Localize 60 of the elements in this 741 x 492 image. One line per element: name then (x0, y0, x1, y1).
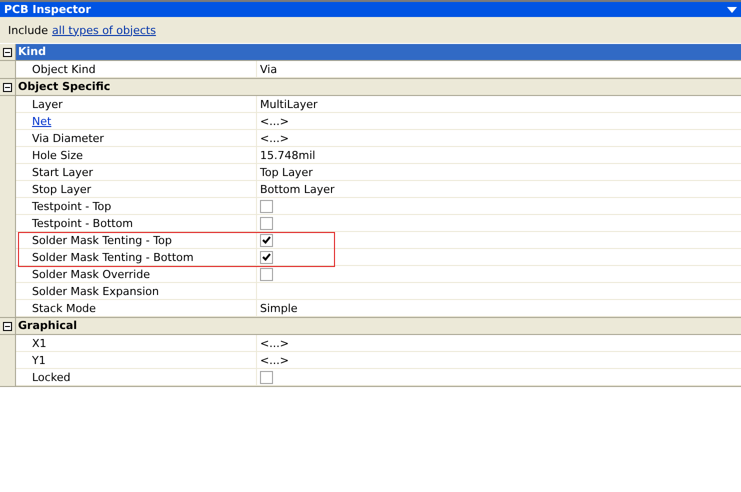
property-name: Solder Mask Tenting - Bottom (32, 250, 194, 264)
property-value: <...> (260, 132, 289, 144)
filter-link[interactable]: all types of objects (52, 24, 156, 36)
property-row[interactable]: Via Diameter <...> (0, 130, 741, 147)
property-name: Start Layer (32, 166, 94, 178)
property-value: MultiLayer (260, 98, 318, 110)
property-value: 15.748mil (260, 148, 316, 162)
property-name: Solder Mask Tenting - Top (32, 234, 172, 246)
property-value: <...> (260, 354, 289, 366)
property-name: Object Kind (32, 62, 96, 76)
checkbox[interactable] (260, 234, 273, 246)
section-header[interactable]: Graphical (15, 318, 741, 334)
window-title: PCB Inspector (4, 3, 91, 16)
property-row[interactable]: Testpoint - Top (0, 198, 741, 215)
property-row[interactable]: Object Kind Via (0, 61, 741, 78)
filter-label: Include (8, 24, 48, 36)
property-name: Y1 (32, 354, 46, 366)
property-row[interactable]: Hole Size 15.748mil (0, 147, 741, 164)
property-row[interactable]: Y1 <...> (0, 352, 741, 369)
section-header[interactable]: Object Specific (15, 79, 741, 95)
property-name: Hole Size (32, 148, 83, 162)
checkbox[interactable] (260, 200, 273, 212)
dropdown-icon[interactable] (727, 6, 737, 12)
property-name: Via Diameter (32, 132, 104, 144)
collapse-icon[interactable] (3, 82, 12, 92)
collapse-icon[interactable] (3, 48, 12, 56)
checkbox[interactable] (260, 370, 273, 384)
property-name: Locked (32, 370, 70, 384)
property-row[interactable]: Solder Mask Expansion (0, 283, 741, 300)
property-link[interactable]: Net (32, 114, 52, 128)
property-value: Simple (260, 302, 298, 314)
property-row[interactable]: Solder Mask Tenting - Bottom (0, 249, 741, 266)
property-name: Layer (32, 98, 63, 110)
property-row[interactable]: X1 <...> (0, 335, 741, 352)
checkbox[interactable] (260, 268, 273, 280)
property-row[interactable]: Locked (0, 369, 741, 386)
property-row[interactable]: Stack Mode Simple (0, 300, 741, 317)
property-name: Testpoint - Bottom (32, 216, 134, 230)
property-name: X1 (32, 336, 47, 350)
property-value: Top Layer (260, 166, 313, 178)
property-name: Solder Mask Override (32, 268, 150, 280)
property-name: Testpoint - Top (32, 200, 112, 212)
property-value: <...> (260, 336, 289, 350)
checkbox[interactable] (260, 250, 273, 264)
property-value: Via (260, 62, 278, 76)
property-row[interactable]: Layer MultiLayer (0, 96, 741, 113)
property-row[interactable]: Stop Layer Bottom Layer (0, 181, 741, 198)
collapse-icon[interactable] (3, 322, 12, 330)
property-name: Stop Layer (32, 182, 92, 196)
property-name: Stack Mode (32, 302, 96, 314)
property-row[interactable]: Solder Mask Override (0, 266, 741, 283)
section-header[interactable]: Kind (15, 44, 741, 60)
property-row[interactable]: Start Layer Top Layer (0, 164, 741, 181)
property-value: Bottom Layer (260, 182, 335, 196)
property-row[interactable]: Testpoint - Bottom (0, 215, 741, 232)
property-name: Solder Mask Expansion (32, 284, 160, 298)
property-value: <...> (260, 114, 289, 128)
property-row[interactable]: Net <...> (0, 113, 741, 130)
property-row[interactable]: Solder Mask Tenting - Top (0, 232, 741, 249)
checkbox[interactable] (260, 216, 273, 230)
